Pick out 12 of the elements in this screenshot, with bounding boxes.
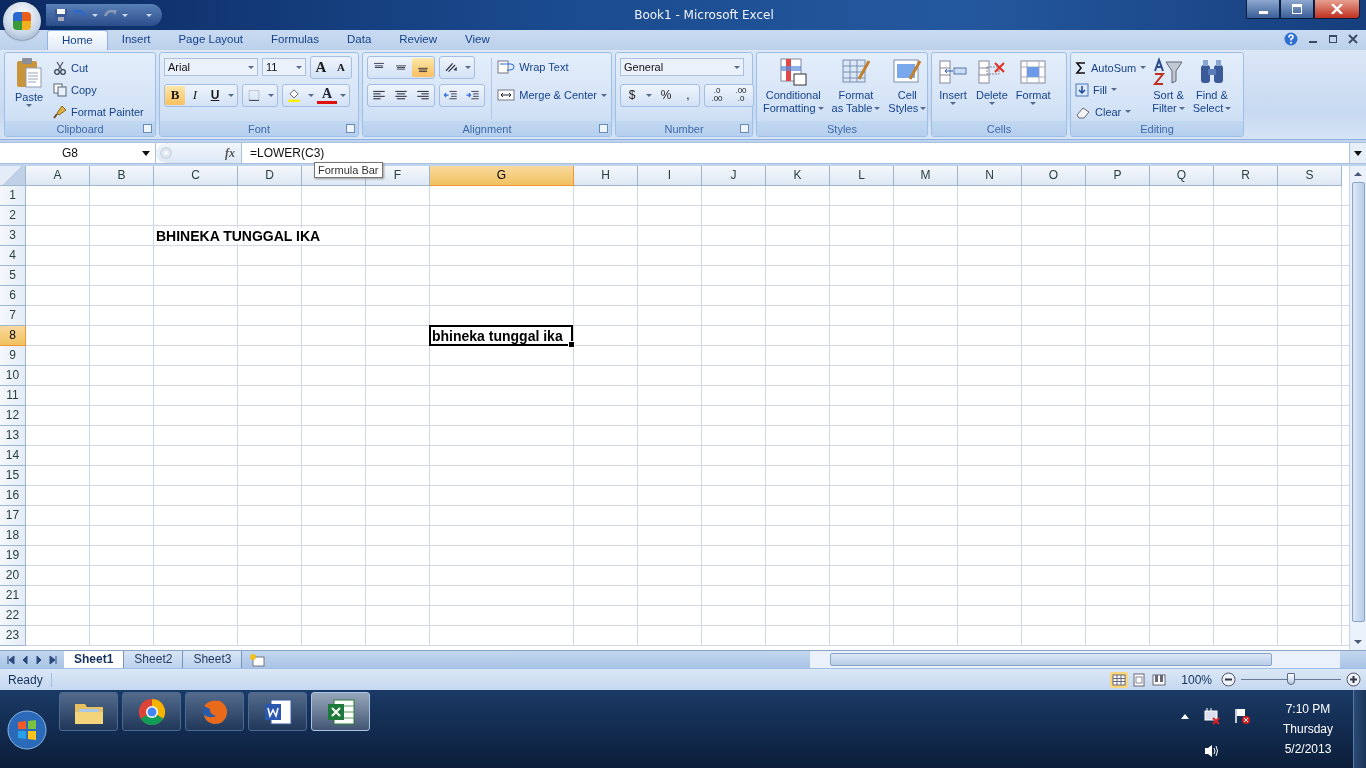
group-label: Alignment bbox=[462, 122, 512, 135]
group-label: Cells bbox=[986, 122, 1012, 135]
cell-text: BHINEKA TUNGGAL IKA bbox=[156, 228, 323, 244]
window-title: Book1 - Microsoft Excel bbox=[633, 8, 775, 22]
tooltip: Formula Bar bbox=[314, 162, 383, 178]
group-label: Editing bbox=[1140, 122, 1174, 135]
group-label: Font bbox=[248, 122, 270, 135]
cell-text: bhineka tunggal ika bbox=[432, 328, 563, 344]
group-label: Clipboard bbox=[56, 122, 104, 135]
group-label: Styles bbox=[827, 122, 857, 135]
group-label: Number bbox=[664, 122, 704, 135]
status-text: Ready bbox=[0, 672, 52, 687]
